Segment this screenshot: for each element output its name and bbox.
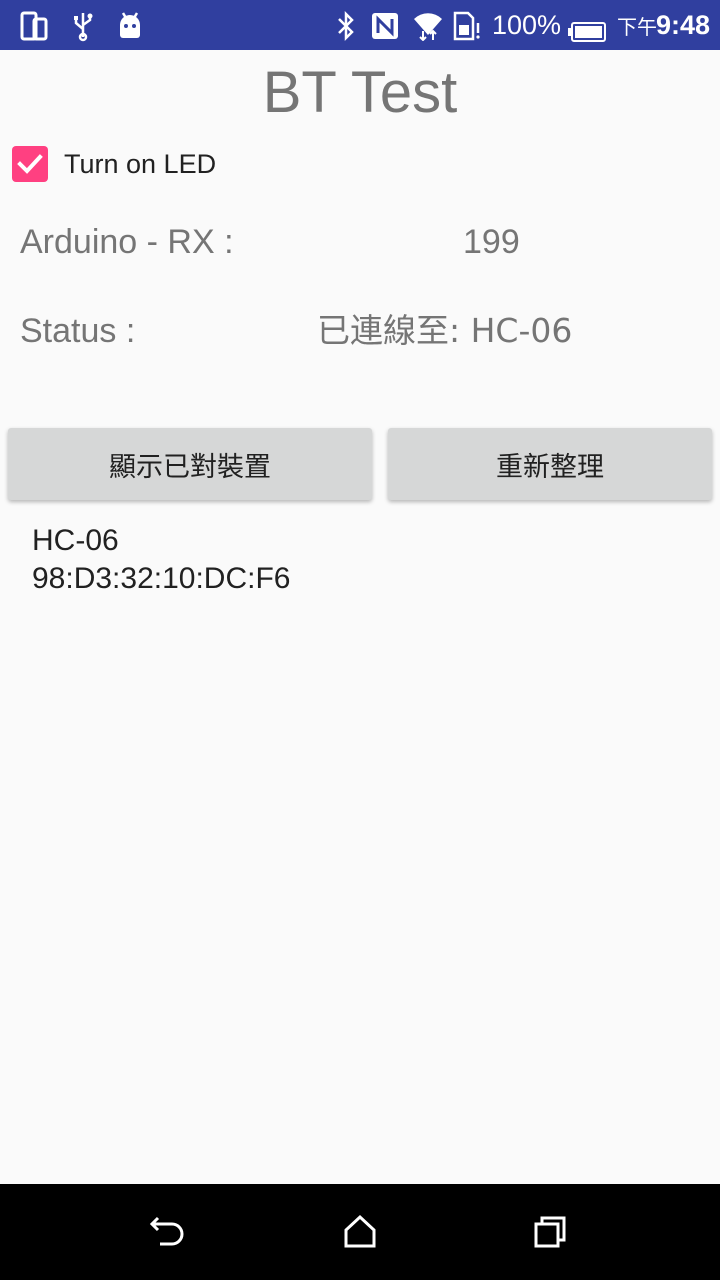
back-icon[interactable] bbox=[148, 1212, 188, 1252]
status-label: Status : bbox=[20, 312, 136, 350]
screen: 100% 下午 9:48 BT Test Turn on LED Arduino… bbox=[0, 0, 720, 1280]
led-checkbox-label[interactable]: Turn on LED bbox=[64, 149, 216, 180]
bluetooth-icon bbox=[338, 10, 354, 42]
clock: 9:48 bbox=[656, 10, 711, 40]
status-value: 已連線至: HC-06 bbox=[317, 311, 573, 350]
android-icon bbox=[120, 12, 140, 38]
navigation-bar bbox=[0, 1184, 720, 1280]
led-checkbox[interactable]: Turn on LED bbox=[12, 142, 216, 186]
nfc-icon bbox=[372, 13, 398, 39]
list-item[interactable]: HC-06 98:D3:32:10:DC:F6 bbox=[32, 522, 290, 598]
rx-label: Arduino - RX : bbox=[20, 223, 234, 261]
usb-icon bbox=[74, 13, 93, 42]
wifi-icon bbox=[414, 13, 442, 41]
device-address: 98:D3:32:10:DC:F6 bbox=[32, 562, 291, 595]
battery-percent: 100% bbox=[492, 10, 562, 40]
recent-apps-icon[interactable] bbox=[530, 1212, 570, 1252]
device-list: HC-06 98:D3:32:10:DC:F6 bbox=[32, 522, 290, 598]
device-icon bbox=[20, 11, 48, 41]
page-title: BT Test bbox=[262, 60, 458, 125]
refresh-button[interactable]: 重新整理 bbox=[388, 428, 712, 500]
show-paired-devices-button[interactable]: 顯示已對裝置 bbox=[8, 428, 372, 500]
status-bar: 100% 下午 9:48 bbox=[0, 0, 720, 50]
rx-value: 199 bbox=[463, 223, 520, 261]
home-icon[interactable] bbox=[340, 1212, 380, 1252]
checkbox-checked-icon[interactable] bbox=[12, 146, 48, 182]
sim-card-icon bbox=[453, 11, 480, 41]
time-prefix: 下午 bbox=[617, 17, 657, 39]
device-name: HC-06 bbox=[32, 524, 119, 557]
checkmark-icon bbox=[17, 154, 43, 174]
battery-icon bbox=[568, 22, 606, 42]
